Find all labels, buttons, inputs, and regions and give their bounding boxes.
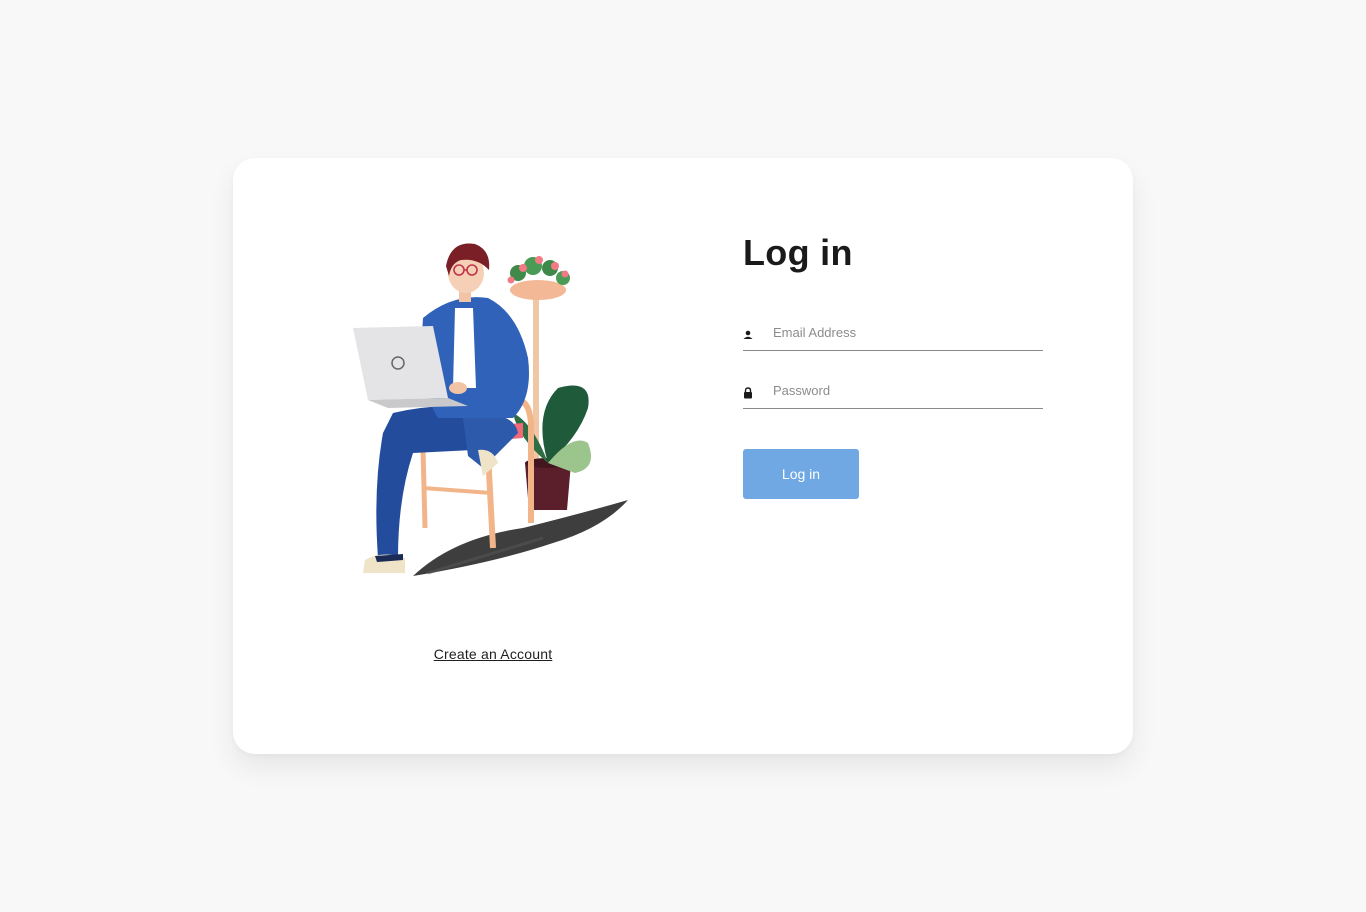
login-button[interactable]: Log in — [743, 449, 859, 499]
person-with-laptop-illustration — [353, 243, 628, 576]
email-field — [743, 316, 1043, 351]
password-input[interactable] — [773, 374, 1041, 406]
user-icon — [743, 330, 753, 339]
login-card: Create an Account Log in Log in — [233, 158, 1133, 754]
create-account-link[interactable]: Create an Account — [233, 646, 753, 662]
email-input[interactable] — [773, 316, 1041, 348]
page-title: Log in — [743, 232, 853, 273]
lock-icon — [744, 387, 752, 399]
password-field — [743, 374, 1043, 409]
